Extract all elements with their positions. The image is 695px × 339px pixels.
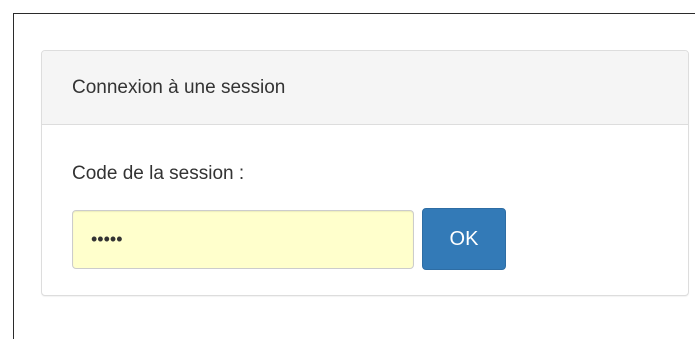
- session-login-panel: Connexion à une session Code de la sessi…: [41, 50, 689, 296]
- panel-title: Connexion à une session: [72, 76, 286, 98]
- ok-button[interactable]: OK: [422, 208, 506, 270]
- session-code-input[interactable]: [72, 210, 414, 269]
- panel-body: Code de la session : OK: [42, 125, 688, 295]
- session-code-label: Code de la session :: [72, 163, 245, 184]
- panel-heading: Connexion à une session: [42, 51, 688, 125]
